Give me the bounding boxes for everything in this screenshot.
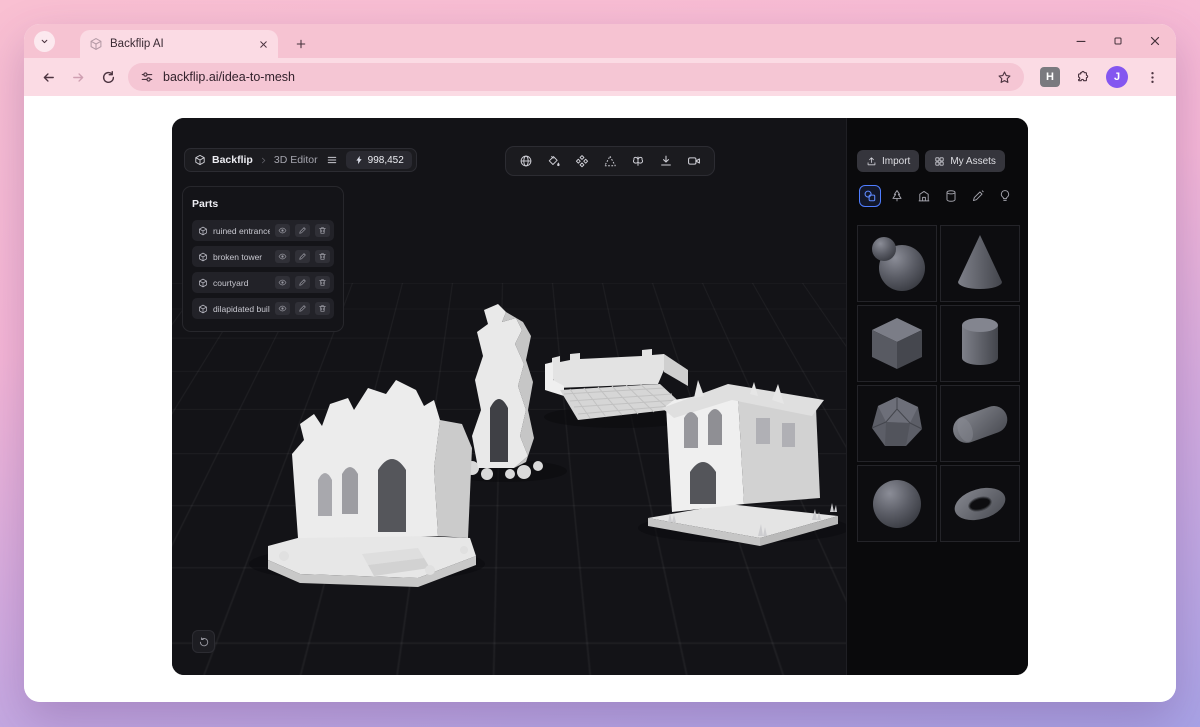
app-header-pill: Backflip 3D Editor 998,452 <box>184 148 417 172</box>
part-edit-button[interactable] <box>295 224 310 237</box>
browser-navbar: backflip.ai/idea-to-mesh H J <box>24 58 1176 96</box>
part-cube-icon <box>198 226 208 236</box>
profile-avatar[interactable]: J <box>1106 66 1128 88</box>
grid-icon <box>934 156 945 167</box>
tab-title: Backflip AI <box>110 38 164 50</box>
model-ruined-entrance[interactable] <box>268 380 476 587</box>
wireframe-icon[interactable] <box>599 150 621 172</box>
shape-library-grid <box>857 225 1020 542</box>
part-visibility-button[interactable] <box>275 276 290 289</box>
brand-name[interactable]: Backflip <box>212 154 253 166</box>
backflip-logo-icon <box>194 154 206 166</box>
site-settings-icon[interactable] <box>140 70 154 84</box>
window-maximize-button[interactable] <box>1112 35 1124 47</box>
window-controls <box>1074 24 1162 58</box>
part-delete-button[interactable] <box>315 250 330 263</box>
sphere-tool-icon[interactable] <box>515 150 537 172</box>
parts-panel-title: Parts <box>192 198 219 210</box>
part-row-ruined-entrance[interactable]: ruined entrance <box>192 220 334 241</box>
part-cube-icon <box>198 304 208 314</box>
shape-tile-cylinder[interactable] <box>940 305 1020 382</box>
part-label: courtyard <box>213 277 249 288</box>
library-panel: Import My Assets <box>846 118 1028 675</box>
shape-tile-polyhedron[interactable] <box>857 385 937 462</box>
undo-history-button[interactable] <box>192 630 215 653</box>
parts-panel: Parts ruined entrance broken tower court… <box>182 186 344 332</box>
part-edit-button[interactable] <box>295 302 310 315</box>
app-menu-icon[interactable] <box>326 154 338 166</box>
part-cube-icon <box>198 252 208 262</box>
part-edit-button[interactable] <box>295 250 310 263</box>
part-label: dilapidated build... <box>213 303 270 314</box>
bookmark-star-icon[interactable] <box>997 70 1012 85</box>
part-visibility-button[interactable] <box>275 302 290 315</box>
browser-tab[interactable]: Backflip AI <box>80 30 278 58</box>
part-row-courtyard[interactable]: courtyard <box>192 272 334 293</box>
part-row-broken-tower[interactable]: broken tower <box>192 246 334 267</box>
tab-close-icon[interactable] <box>258 39 269 50</box>
window-close-button[interactable] <box>1148 34 1162 48</box>
shape-tile-torus[interactable] <box>940 465 1020 542</box>
part-label: broken tower <box>213 251 263 262</box>
shape-tile-cube[interactable] <box>857 305 937 382</box>
shape-tile-capsule[interactable] <box>940 385 1020 462</box>
extensions-puzzle-icon[interactable] <box>1068 63 1096 91</box>
breadcrumb-page: 3D Editor <box>273 154 318 166</box>
shape-tile-blob-sphere[interactable] <box>857 225 937 302</box>
browser-window: Backflip AI backflip.ai/idea-to-mesh H J <box>24 24 1176 702</box>
tab-search-button[interactable] <box>34 31 55 52</box>
import-label: Import <box>882 155 911 167</box>
part-delete-button[interactable] <box>315 276 330 289</box>
category-buildings-icon[interactable] <box>913 185 935 207</box>
shape-tile-cone[interactable] <box>940 225 1020 302</box>
viewport-toolbar <box>505 146 715 176</box>
category-shapes-icon[interactable] <box>859 185 881 207</box>
window-minimize-button[interactable] <box>1074 34 1088 48</box>
tab-favicon-icon <box>89 37 103 51</box>
category-props-icon[interactable] <box>940 185 962 207</box>
lightning-icon <box>354 155 364 165</box>
url-bar[interactable]: backflip.ai/idea-to-mesh <box>128 63 1024 91</box>
part-delete-button[interactable] <box>315 224 330 237</box>
url-text[interactable]: backflip.ai/idea-to-mesh <box>163 70 988 84</box>
camera-icon[interactable] <box>683 150 705 172</box>
credits-chip[interactable]: 998,452 <box>345 151 412 169</box>
model-dilapidated-building[interactable] <box>648 380 838 546</box>
tab-strip: Backflip AI <box>24 24 1176 58</box>
part-edit-button[interactable] <box>295 276 310 289</box>
import-button[interactable]: Import <box>857 150 920 172</box>
backflip-app-window: Backflip 3D Editor 998,452 Parts ruined … <box>172 118 1028 675</box>
category-pen-icon[interactable] <box>967 185 989 207</box>
shape-tile-sphere[interactable] <box>857 465 937 542</box>
part-cube-icon <box>198 278 208 288</box>
retopo-butterfly-icon[interactable] <box>627 150 649 172</box>
part-label: ruined entrance <box>213 225 270 236</box>
download-icon[interactable] <box>655 150 677 172</box>
back-button[interactable] <box>34 63 62 91</box>
part-row-dilapidated-building[interactable]: dilapidated build... <box>192 298 334 319</box>
browser-menu-icon[interactable] <box>1138 63 1166 91</box>
category-lights-icon[interactable] <box>994 185 1016 207</box>
library-category-row <box>857 185 1018 207</box>
my-assets-button[interactable]: My Assets <box>925 150 1005 172</box>
mesh-grid-icon[interactable] <box>571 150 593 172</box>
reload-button[interactable] <box>94 63 122 91</box>
part-visibility-button[interactable] <box>275 224 290 237</box>
page-content: Backflip 3D Editor 998,452 Parts ruined … <box>24 96 1176 702</box>
my-assets-label: My Assets <box>950 155 996 167</box>
extension-badge[interactable]: H <box>1040 67 1060 87</box>
part-visibility-button[interactable] <box>275 250 290 263</box>
credits-count: 998,452 <box>367 154 404 166</box>
forward-button[interactable] <box>64 63 92 91</box>
new-tab-button[interactable] <box>290 33 312 55</box>
category-nature-icon[interactable] <box>886 185 908 207</box>
material-paint-icon[interactable] <box>543 150 565 172</box>
upload-icon <box>866 156 877 167</box>
breadcrumb-chevron-icon <box>259 156 268 165</box>
part-delete-button[interactable] <box>315 302 330 315</box>
